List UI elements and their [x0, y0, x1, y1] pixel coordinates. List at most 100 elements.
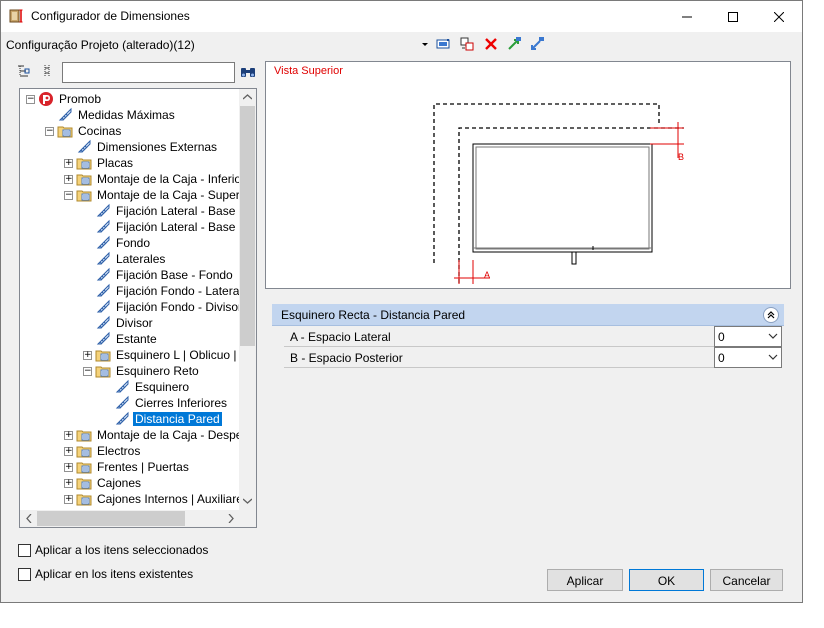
tree-item[interactable]: − Esquinero Reto [83, 363, 201, 379]
tree-item-label: Dimensiones Externas [97, 140, 218, 154]
apply-existing-checkbox[interactable] [18, 567, 31, 581]
collapse-tree-icon[interactable] [39, 63, 55, 79]
tree-item[interactable]: Laterales [83, 251, 167, 267]
tree-item[interactable]: + Electros [64, 443, 142, 459]
tree-item[interactable]: − Montaje de la Caja - Superior [64, 187, 255, 203]
tree-item[interactable]: Esquinero [102, 379, 191, 395]
apply-existing-option[interactable]: Aplicar en los itens existentes [18, 567, 193, 581]
apply-button[interactable]: Aplicar [547, 569, 623, 591]
collapse-node-icon[interactable]: − [83, 366, 92, 376]
top-view-drawing: A B [433, 103, 684, 284]
tree-item[interactable]: Dimensiones Externas [64, 139, 219, 155]
tree-item-label: Laterales [116, 252, 166, 266]
preview-panel: Vista Superior A B [265, 61, 791, 289]
tree-item[interactable]: + Montaje de la Caja - Despens [64, 427, 256, 443]
tree-item[interactable]: Fijación Fondo - Divisoria [83, 299, 253, 315]
tree-item[interactable]: + Esquinero L | Oblicuo | Cu [83, 347, 256, 363]
ok-button[interactable]: OK [629, 569, 704, 591]
expand-node-icon[interactable]: + [64, 446, 73, 456]
delete-icon[interactable] [483, 36, 499, 52]
tree-item[interactable]: Fijación Lateral - Base Su [83, 219, 255, 235]
collapse-section-button[interactable] [763, 307, 779, 323]
tree-item[interactable]: − Cocinas [45, 123, 123, 139]
expand-node-icon[interactable]: + [64, 158, 73, 168]
folder-icon [76, 190, 92, 202]
copy-config-icon[interactable] [459, 36, 475, 52]
settings-tree[interactable]: − Promob Medidas Máximas − Cocinas Dimensione… [19, 88, 257, 528]
maximize-button[interactable] [710, 1, 756, 32]
tree-item[interactable]: + Cajones Internos | Auxiliares [64, 491, 251, 507]
expand-node-icon[interactable]: + [64, 478, 73, 488]
tree-horizontal-scroll-thumb[interactable] [37, 511, 185, 526]
tree-item[interactable]: + Placas [64, 155, 135, 171]
folder-icon [95, 350, 111, 362]
export-icon[interactable] [506, 36, 522, 52]
tree-item[interactable]: Medidas Máximas [45, 107, 177, 123]
property-label: B - Espacio Posterior [290, 351, 403, 365]
tag-icon [96, 235, 110, 249]
tree-item[interactable]: + Montaje de la Caja - Inferior [64, 171, 247, 187]
scroll-right-icon[interactable] [228, 514, 234, 523]
apply-selected-option[interactable]: Aplicar a los itens seleccionados [18, 543, 208, 557]
posterior-space-select[interactable]: 0 [714, 347, 782, 368]
tag-icon [96, 315, 110, 329]
expand-node-icon[interactable]: + [64, 494, 73, 504]
tag-icon [77, 139, 91, 153]
tree-item-label: Fijación Fondo - Divisoria [116, 300, 252, 314]
config-toolbar: Configuração Projeto (alterado)(12) [1, 34, 802, 56]
tree-item-label: Cajones Internos | Auxiliares [97, 492, 249, 506]
tree-item-label: Cierres Inferiores [135, 396, 228, 410]
scroll-down-icon[interactable] [243, 498, 252, 504]
collapse-node-icon[interactable]: − [45, 126, 54, 136]
folder-icon [76, 174, 92, 186]
promob-logo-icon [39, 92, 53, 106]
double-chevron-up-icon [767, 311, 775, 319]
minimize-button[interactable] [664, 1, 710, 32]
tree-search-input[interactable] [62, 62, 235, 83]
tree-item[interactable]: + Frentes | Puertas [64, 459, 191, 475]
expand-node-icon[interactable]: + [64, 174, 73, 184]
tree-item-label: Medidas Máximas [78, 108, 175, 122]
expand-node-icon[interactable]: + [64, 462, 73, 472]
binoculars-icon[interactable] [239, 64, 257, 80]
tree-item-label: Divisor [116, 316, 153, 330]
tree-horizontal-scrollbar[interactable] [20, 510, 241, 527]
tree-item[interactable]: Divisor [83, 315, 155, 331]
tree-vertical-scroll-thumb[interactable] [240, 106, 255, 346]
select-value: 0 [718, 351, 725, 365]
tree-item-label: Fijación Lateral - Base Inf [116, 204, 253, 218]
expand-node-icon[interactable]: + [83, 350, 92, 360]
tree-item[interactable]: Cierres Inferiores [102, 395, 229, 411]
tree-item[interactable]: + Cajones [64, 475, 143, 491]
lateral-space-select[interactable]: 0 [714, 326, 782, 347]
expand-tree-icon[interactable] [16, 63, 32, 79]
save-config-icon[interactable] [435, 36, 451, 52]
dropdown-arrow-icon[interactable] [421, 36, 429, 52]
tree-item[interactable]: Fijación Lateral - Base Inf [83, 203, 254, 219]
tree-item[interactable]: Fijación Fondo - Lateral [83, 283, 244, 299]
tree-item[interactable]: Fondo [83, 235, 152, 251]
cancel-button[interactable]: Cancelar [710, 569, 783, 591]
import-icon[interactable] [529, 36, 545, 52]
select-value: 0 [718, 330, 725, 344]
tree-item[interactable]: Estante [83, 331, 159, 347]
tree-item[interactable]: − Promob [26, 91, 103, 107]
tag-icon [96, 219, 110, 233]
tree-item-label: Promob [59, 92, 102, 106]
expand-node-icon[interactable]: + [64, 430, 73, 440]
scroll-up-icon[interactable] [243, 94, 252, 100]
apply-selected-checkbox[interactable] [18, 543, 31, 557]
collapse-node-icon[interactable]: − [64, 190, 73, 200]
collapse-node-icon[interactable]: − [26, 94, 35, 104]
close-icon [774, 11, 784, 22]
scroll-left-icon[interactable] [26, 514, 32, 523]
tag-icon [96, 267, 110, 281]
tree-vertical-scrollbar[interactable] [239, 89, 256, 510]
close-button[interactable] [756, 1, 802, 32]
properties-header[interactable]: Esquinero Recta - Distancia Pared [272, 304, 784, 326]
tag-icon [96, 283, 110, 297]
property-row-lateral: A - Espacio Lateral 0 [284, 326, 782, 347]
tree-item-label: Fijación Lateral - Base Su [116, 220, 254, 234]
tree-item[interactable]: Fijación Base - Fondo [83, 267, 235, 283]
tree-item[interactable]: Distancia Pared [102, 411, 222, 427]
